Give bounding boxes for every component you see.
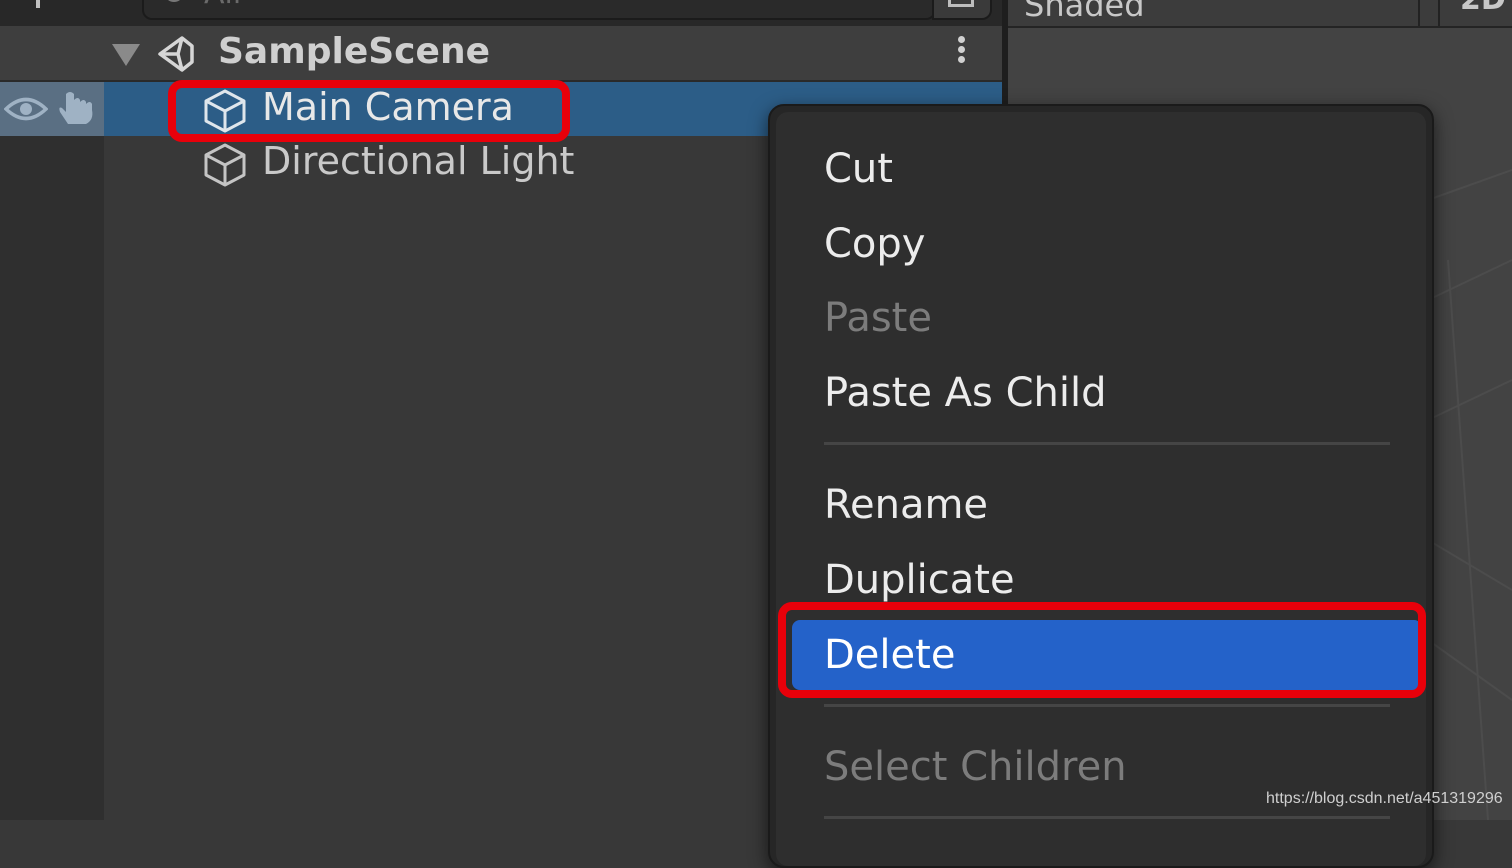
hierarchy-item-label: Main Camera bbox=[262, 85, 514, 129]
more-options-icon[interactable] bbox=[944, 36, 978, 72]
menu-separator bbox=[824, 704, 1390, 707]
visibility-toggle-column bbox=[0, 82, 104, 136]
toolbar-separator bbox=[1438, 0, 1440, 26]
gameobject-cube-icon bbox=[204, 143, 246, 187]
menu-item-duplicate[interactable]: Duplicate bbox=[824, 555, 1015, 605]
watermark-text: https://blog.csdn.net/a451319296 bbox=[1266, 790, 1503, 807]
menu-separator bbox=[824, 816, 1390, 819]
search-icon bbox=[164, 0, 184, 2]
scene-header-row[interactable]: SampleScene bbox=[0, 26, 1002, 82]
scene-toolbar: Shaded 2D bbox=[1008, 0, 1512, 28]
context-menu: Cut Copy Paste Paste As Child Rename Dup… bbox=[768, 104, 1434, 868]
menu-separator bbox=[824, 442, 1390, 445]
add-icon[interactable] bbox=[36, 0, 40, 8]
foldout-arrow-icon[interactable] bbox=[112, 44, 140, 66]
filter-button[interactable] bbox=[932, 0, 992, 20]
gameobject-cube-icon bbox=[204, 89, 246, 133]
menu-item-paste: Paste bbox=[824, 295, 932, 341]
hierarchy-item-label: Directional Light bbox=[262, 139, 575, 183]
context-menu-body: Cut Copy Paste Paste As Child Rename Dup… bbox=[776, 112, 1426, 866]
toolbar-separator bbox=[1418, 0, 1420, 26]
search-field[interactable]: All bbox=[142, 0, 936, 20]
menu-item-copy[interactable]: Copy bbox=[824, 219, 925, 269]
draw-mode-dropdown[interactable]: Shaded bbox=[1024, 0, 1145, 24]
menu-item-cut[interactable]: Cut bbox=[824, 144, 893, 194]
search-placeholder: All bbox=[204, 0, 241, 11]
menu-item-select-children: Select Children bbox=[824, 744, 1127, 790]
pickable-hand-icon[interactable] bbox=[56, 90, 98, 130]
menu-item-delete[interactable]: Delete bbox=[824, 630, 955, 680]
menu-item-rename[interactable]: Rename bbox=[824, 480, 988, 530]
2d-toggle-button[interactable]: 2D bbox=[1460, 0, 1506, 17]
filter-icon bbox=[948, 0, 974, 7]
menu-item-paste-as-child[interactable]: Paste As Child bbox=[824, 368, 1107, 418]
scene-name: SampleScene bbox=[218, 31, 490, 72]
unity-scene-icon bbox=[158, 36, 194, 72]
eye-icon[interactable] bbox=[4, 96, 48, 122]
